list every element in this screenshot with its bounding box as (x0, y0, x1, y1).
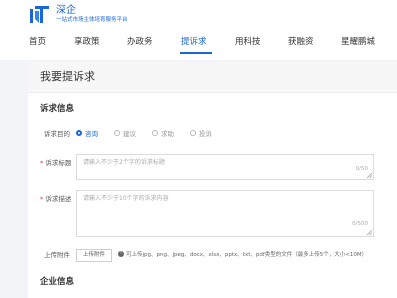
nav-item-star[interactable]: 星耀鹏城 (341, 36, 375, 48)
appeal-form-card (28, 62, 397, 298)
nav-item-financing[interactable]: 获融资 (288, 36, 314, 48)
purpose-radio-help[interactable]: 求助 (152, 129, 174, 139)
upload-attachment-button[interactable]: 上传附件 (76, 249, 112, 262)
appeal-description-counter: 0/500 (352, 221, 368, 227)
nav-item-government[interactable]: 办政务 (127, 36, 153, 48)
nav-item-home[interactable]: 首页 (29, 36, 46, 48)
nav-item-appeal[interactable]: 提诉求 (181, 36, 207, 48)
brand-logo-icon[interactable] (30, 5, 50, 25)
appeal-description-textarea[interactable]: 请输入不少于10个字的诉求内容 0/500 (76, 190, 374, 237)
nav-item-policy[interactable]: 享政策 (74, 36, 100, 48)
description-field-label: * 诉求描述 (40, 195, 71, 204)
radio-unchecked-icon (152, 130, 158, 136)
brand-name[interactable]: 深企 (56, 5, 76, 17)
description-field-label-text: 诉求描述 (45, 195, 72, 203)
resize-handle-icon[interactable] (367, 230, 372, 235)
nav-active-indicator (180, 52, 212, 54)
appeal-title-input[interactable]: 请输入不少于2个字的诉求标题 0/50 (76, 154, 374, 180)
section-title-appeal-info: 诉求信息 (40, 104, 75, 114)
info-icon: ! (118, 250, 124, 257)
required-mark: * (40, 159, 44, 167)
purpose-radio-suggest[interactable]: 建议 (114, 129, 136, 139)
purpose-radio-consult[interactable]: 咨询 (76, 129, 98, 139)
radio-label: 求助 (161, 130, 174, 138)
page-title: 我要提诉求 (40, 70, 95, 83)
title-field-label-text: 诉求标题 (45, 159, 72, 167)
appeal-description-placeholder: 请输入不少于10个字的诉求内容 (83, 195, 169, 202)
purpose-radio-complain[interactable]: 投诉 (190, 129, 212, 139)
upload-hint-text: 可上传jpg、png、jpeg、docx、xlsx、pptx、txt、pdf类型… (126, 252, 368, 258)
brand-slogan: 一站式市场主体培育服务平台 (56, 17, 128, 23)
resize-handle-icon[interactable] (367, 173, 372, 178)
radio-unchecked-icon (190, 130, 196, 136)
upload-hint: ! 可上传jpg、png、jpeg、docx、xlsx、pptx、txt、pdf类… (118, 250, 368, 259)
radio-label: 投诉 (199, 130, 212, 138)
appeal-title-placeholder: 请输入不少于2个字的诉求标题 (83, 159, 165, 166)
radio-unchecked-icon (114, 130, 120, 136)
purpose-label: 诉求目的 (44, 130, 70, 138)
title-field-label: * 诉求标题 (40, 159, 71, 168)
appeal-title-counter: 0/50 (355, 166, 368, 172)
radio-label: 建议 (123, 130, 136, 138)
attachment-label: 上传附件 (44, 251, 70, 259)
radio-label: 咨询 (85, 130, 98, 138)
section-title-enterprise-info: 企业信息 (40, 277, 75, 287)
radio-checked-icon (76, 130, 82, 136)
site-header: 深企 一站式市场主体培育服务平台 首页 享政策 办政务 提诉求 用科技 获融资 … (0, 0, 397, 60)
required-mark: * (40, 195, 44, 203)
nav-item-technology[interactable]: 用科技 (235, 36, 261, 48)
main-nav: 首页 享政策 办政务 提诉求 用科技 获融资 星耀鹏城 (0, 32, 397, 58)
